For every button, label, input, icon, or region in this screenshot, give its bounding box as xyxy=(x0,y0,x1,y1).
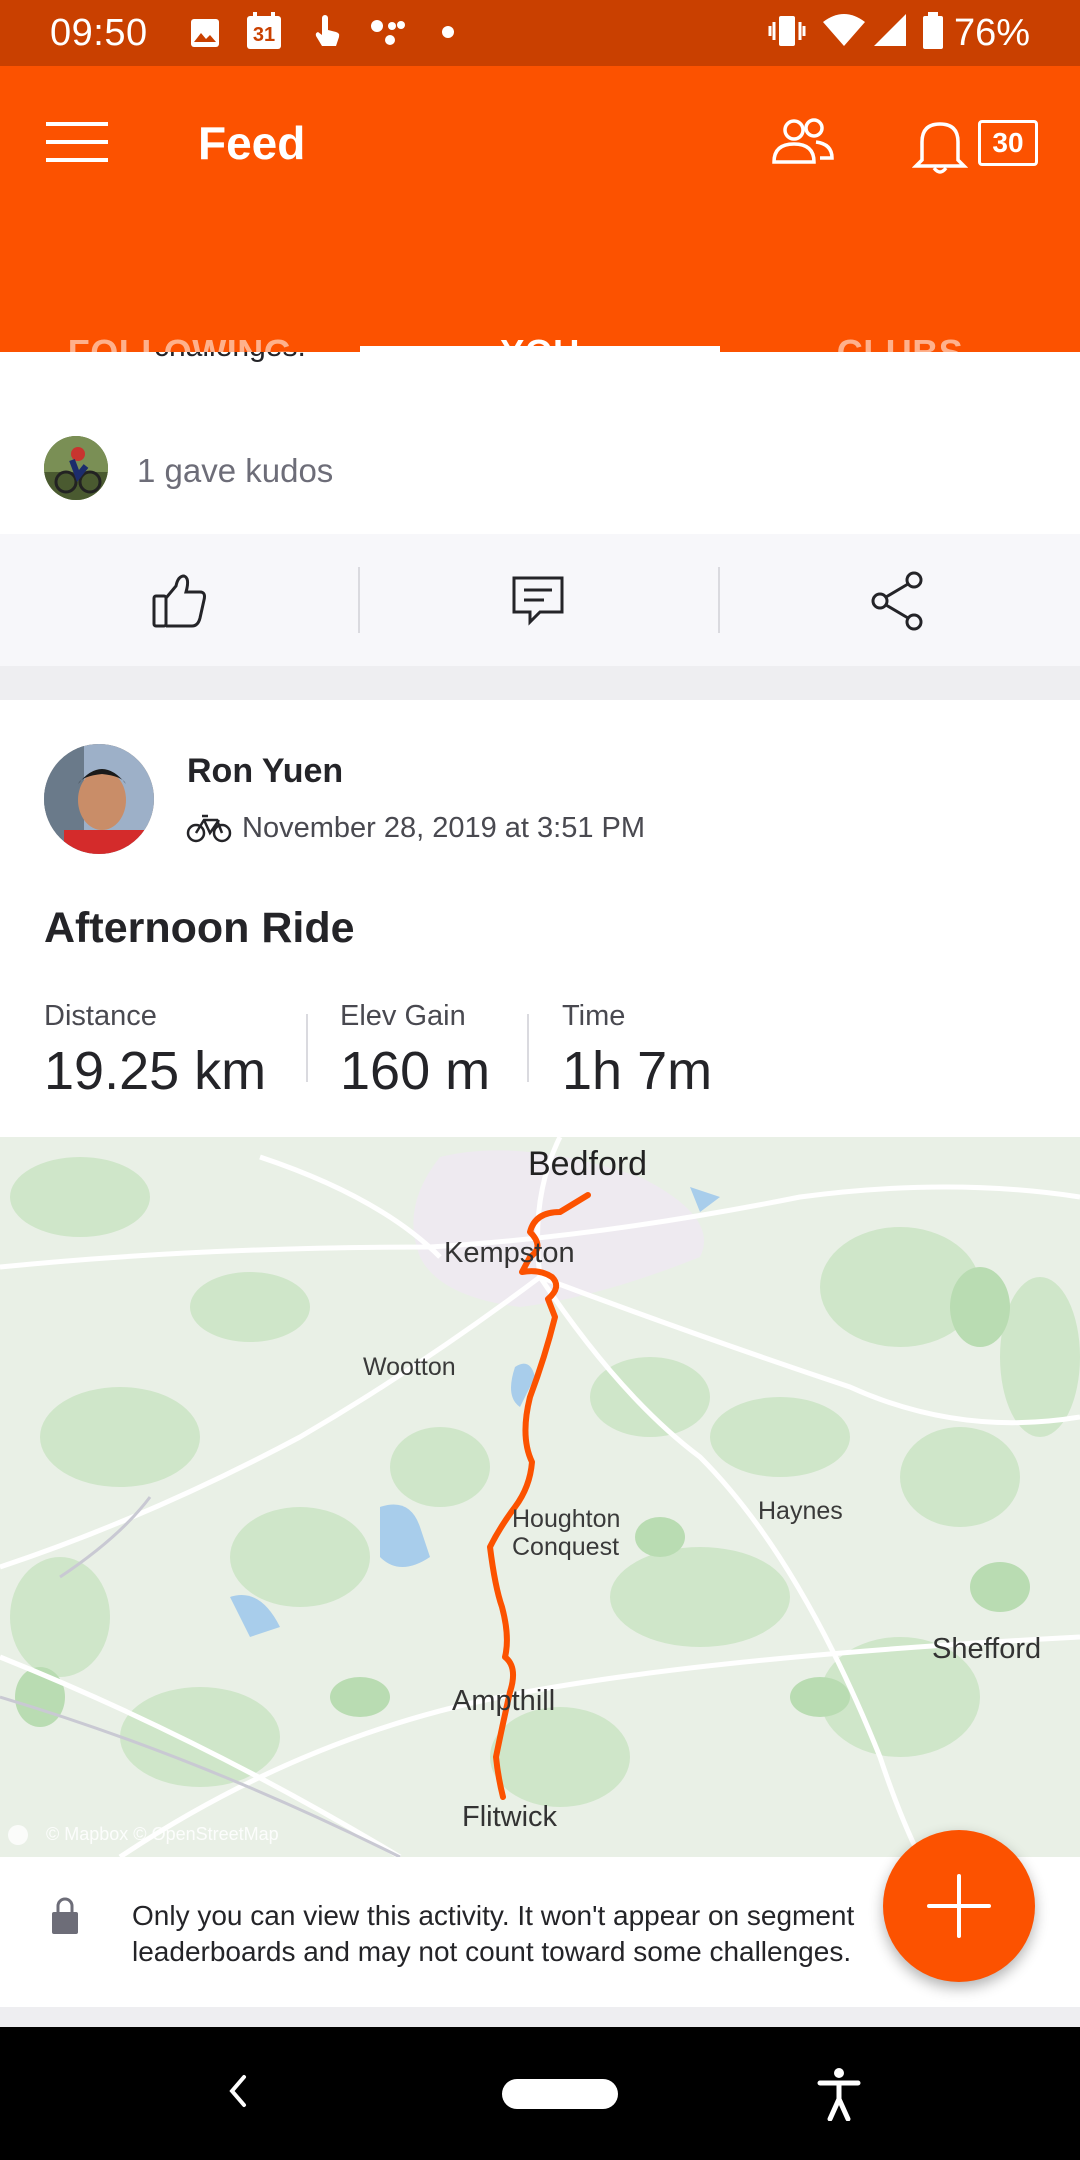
accessibility-icon[interactable] xyxy=(816,2067,862,2126)
map-label-kempston: Kempston xyxy=(444,1237,575,1269)
stat-value-elev-gain: 160 m xyxy=(340,1041,491,1101)
tab-following[interactable]: FOLLOWING xyxy=(0,286,360,416)
privacy-notice-text: Only you can view this activity. It won'… xyxy=(132,1900,855,1967)
mapbox-logo-icon xyxy=(8,1825,28,1845)
status-time: 09:50 xyxy=(50,12,148,54)
action-divider xyxy=(358,567,360,633)
comment-icon[interactable] xyxy=(510,574,566,633)
battery-percent: 76% xyxy=(953,12,1030,54)
wifi-icon xyxy=(822,12,866,53)
map-label-flitwick: Flitwick xyxy=(462,1801,558,1833)
previous-post-clipped-text: challenges. xyxy=(154,352,454,368)
image-icon xyxy=(190,18,220,53)
back-icon[interactable] xyxy=(226,2071,250,2116)
map-label-wootton: Wootton xyxy=(363,1353,456,1381)
dot-icon xyxy=(442,26,454,38)
map-label-conquest: Conquest xyxy=(512,1533,620,1561)
activity-map[interactable]: Bedford Kempston Wootton Houghton Conque… xyxy=(0,1137,1080,1857)
tab-clubs-label: CLUBS xyxy=(836,332,964,373)
menu-icon[interactable] xyxy=(46,120,108,169)
section-gap xyxy=(0,2007,1080,2027)
status-bar: 09:50 31 76% xyxy=(0,0,1080,66)
share-icon[interactable] xyxy=(868,570,928,637)
page-title: Feed xyxy=(198,117,306,169)
touch-icon xyxy=(310,14,344,55)
vibrate-icon xyxy=(768,14,806,53)
map-attribution[interactable]: © Mapbox © OpenStreetMap xyxy=(46,1824,279,1845)
add-activity-button[interactable] xyxy=(883,1830,1035,1982)
tab-clubs[interactable]: CLUBS xyxy=(720,286,1080,416)
map-label-haynes: Haynes xyxy=(758,1497,843,1525)
battery-icon xyxy=(922,12,944,55)
section-gap xyxy=(0,666,1080,700)
stat-value-distance: 19.25 km xyxy=(44,1041,267,1101)
home-pill-icon[interactable] xyxy=(502,2079,618,2109)
map-label-shefford: Shefford xyxy=(932,1633,1042,1665)
map-label-bedford: Bedford xyxy=(528,1145,648,1183)
action-divider xyxy=(718,567,720,633)
notification-count-badge[interactable]: 30 xyxy=(978,120,1038,166)
map-label-ampthill: Ampthill xyxy=(452,1685,556,1717)
stat-divider xyxy=(306,1014,308,1082)
avatar[interactable] xyxy=(44,436,108,500)
map-label-houghton: Houghton xyxy=(512,1505,621,1533)
stat-label-time: Time xyxy=(562,1000,626,1032)
calendar-day: 31 xyxy=(252,24,276,46)
system-nav-bar xyxy=(0,2027,1080,2160)
stat-label-elev-gain: Elev Gain xyxy=(340,1000,466,1032)
activity-title[interactable]: Afternoon Ride xyxy=(44,904,355,953)
activity-date: November 28, 2019 at 3:51 PM xyxy=(242,812,646,844)
kudos-text[interactable]: 1 gave kudos xyxy=(137,452,333,490)
stat-value-time: 1h 7m xyxy=(562,1041,713,1101)
tab-you-label: YOU xyxy=(500,332,580,373)
athlete-avatar[interactable] xyxy=(44,744,154,854)
signal-icon xyxy=(872,12,908,53)
lock-icon xyxy=(50,1896,80,1941)
stat-label-distance: Distance xyxy=(44,1000,157,1032)
notifications-icon[interactable] xyxy=(911,114,969,181)
find-friends-icon[interactable] xyxy=(770,116,834,171)
app-bar: Feed 30 FOLLOWING YOU CLUBS xyxy=(0,66,1080,373)
assistant-icon xyxy=(370,18,408,51)
kudos-thumbs-up-icon[interactable] xyxy=(148,570,208,635)
stat-divider xyxy=(527,1014,529,1082)
plus-icon xyxy=(927,1874,991,1938)
bike-icon xyxy=(186,812,232,849)
calendar-icon: 31 xyxy=(246,12,282,50)
notification-count: 30 xyxy=(992,127,1024,158)
athlete-name[interactable]: Ron Yuen xyxy=(187,752,343,791)
